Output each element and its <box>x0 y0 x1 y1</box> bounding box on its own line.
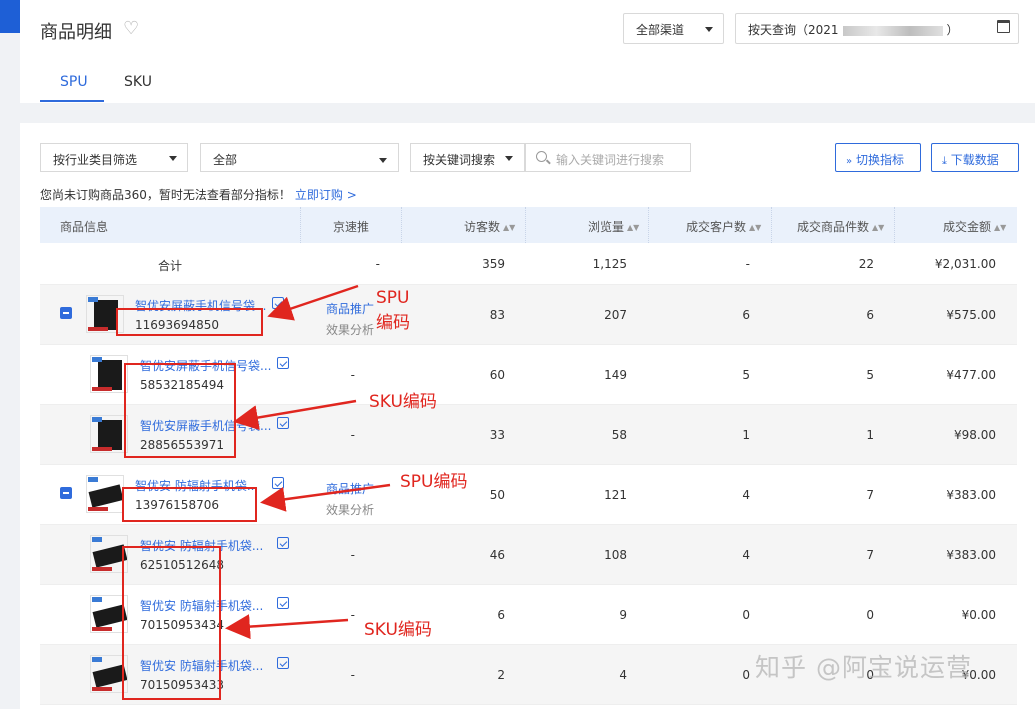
arrow-sku1 <box>233 399 357 430</box>
arrow-spu1 <box>267 284 359 321</box>
annotation-sku2: SKU编码 <box>364 620 432 640</box>
annotation-sku1: SKU编码 <box>369 392 437 412</box>
annotation-spu1-line2: 编码 <box>376 313 410 333</box>
arrow-spu2 <box>260 483 391 512</box>
annotation-spu2: SPU编码 <box>400 472 468 492</box>
annotation-spu1-line1: SPU <box>376 288 410 308</box>
annotation-arrows <box>225 284 391 640</box>
arrow-sku2 <box>225 614 349 640</box>
